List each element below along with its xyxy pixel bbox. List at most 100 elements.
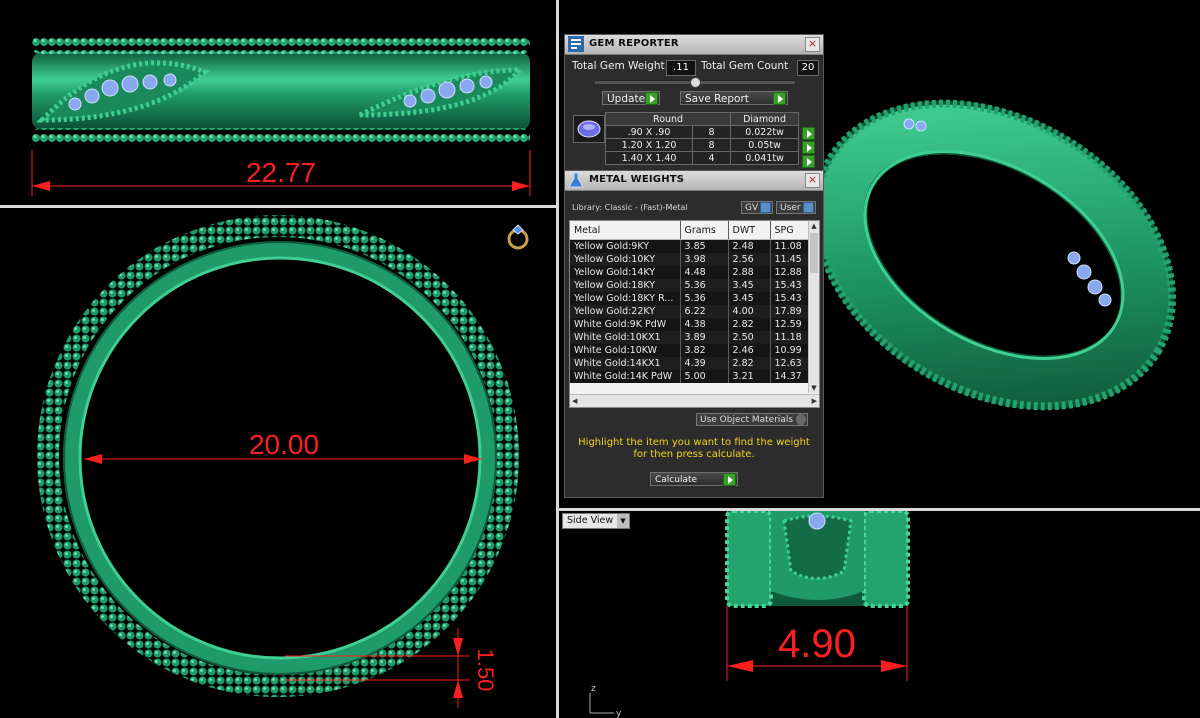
ring-top-render: 20.00 1.50 — [37, 215, 529, 708]
spg: 12.59 — [770, 318, 809, 331]
gem-shape-thumbnail[interactable] — [573, 115, 605, 143]
total-gem-count-field[interactable]: 20 — [797, 60, 819, 76]
instruction-text: Highlight the item you want to find the … — [569, 437, 819, 461]
metal-table: Metal Grams DWT SPG Yellow Gold:9KY 3.85 2… — [570, 221, 809, 383]
slider-handle[interactable] — [690, 77, 701, 88]
weight-slider[interactable] — [595, 77, 795, 88]
grams: 5.36 — [680, 292, 729, 305]
metal-name: Yellow Gold:9KY — [570, 239, 681, 253]
scroll-left-icon[interactable]: ◀ — [572, 395, 577, 407]
dimension-side-label: 4.90 — [778, 622, 856, 666]
play-icon — [645, 92, 658, 105]
info-icon — [803, 202, 814, 213]
view-selector-dropdown[interactable]: Side View ▼ — [562, 513, 630, 529]
viewport-side[interactable]: 4.90 z y Side View ▼ — [559, 511, 1200, 718]
gem-table-row[interactable]: 1.40 X 1.40 4 0.041tw — [605, 151, 799, 165]
dwt: 3.21 — [728, 370, 771, 383]
ring-side-render: 4.90 z y — [589, 511, 910, 718]
dwt: 2.82 — [728, 357, 771, 370]
save-report-button[interactable]: Save Report — [680, 91, 788, 105]
table-row[interactable]: Yellow Gold:18KY R... 5.36 3.45 15.43 — [570, 292, 809, 305]
gem-count: 8 — [691, 138, 732, 152]
gem-row-go-icon[interactable] — [802, 127, 815, 140]
close-icon[interactable]: × — [805, 37, 820, 52]
gem-table-row[interactable]: .90 X .90 8 0.022tw — [605, 125, 799, 139]
table-row[interactable]: White Gold:10KX1 3.89 2.50 11.18 — [570, 331, 809, 344]
total-gem-weight-label: Total Gem Weight — [572, 60, 665, 72]
gem-count: 8 — [691, 125, 732, 139]
dwt: 3.45 — [728, 292, 771, 305]
gem-weight: 0.022tw — [730, 125, 799, 139]
viewport-top-front[interactable]: 22.77 — [0, 0, 556, 205]
metal-table-container[interactable]: Metal Grams DWT SPG Yellow Gold:9KY 3.85 2… — [569, 220, 820, 408]
update-button[interactable]: Update — [602, 91, 660, 105]
grams: 6.22 — [680, 305, 729, 318]
dwt: 2.48 — [728, 239, 771, 253]
table-row[interactable]: White Gold:14K PdW 5.00 3.21 14.37 — [570, 370, 809, 383]
total-gem-count-label: Total Gem Count — [701, 60, 789, 72]
axis-z-label: z — [591, 684, 596, 694]
grams: 5.36 — [680, 279, 729, 292]
close-icon[interactable]: × — [805, 173, 820, 188]
total-gem-weight-field[interactable]: .11 — [666, 60, 696, 76]
table-row[interactable]: Yellow Gold:10KY 3.98 2.56 11.45 — [570, 253, 809, 266]
user-label: User — [780, 203, 801, 213]
spg-col-header[interactable]: SPG — [770, 221, 809, 240]
gem-reporter-titlebar[interactable]: GEM REPORTER × — [565, 35, 823, 55]
calculate-button[interactable]: Calculate — [650, 472, 738, 486]
spg: 15.43 — [770, 292, 809, 305]
dimension-width-label: 22.77 — [246, 157, 316, 188]
table-row[interactable]: Yellow Gold:22KY 6.22 4.00 17.89 — [570, 305, 809, 318]
gv-button[interactable]: GV — [741, 201, 773, 214]
metal-name: Yellow Gold:22KY — [570, 305, 681, 318]
grams: 4.39 — [680, 357, 729, 370]
gem-weight: 0.041tw — [730, 151, 799, 165]
dwt: 3.45 — [728, 279, 771, 292]
grams: 3.89 — [680, 331, 729, 344]
metal-name: Yellow Gold:18KY — [570, 279, 681, 292]
scroll-up-icon[interactable]: ▲ — [809, 221, 819, 231]
dwt-col-header[interactable]: DWT — [728, 221, 771, 240]
use-object-materials-label: Use Object Materials — [700, 415, 794, 425]
dwt: 2.50 — [728, 331, 771, 344]
ring-view-icon[interactable] — [507, 224, 529, 250]
metal-name: White Gold:10KX1 — [570, 331, 681, 344]
grams-col-header[interactable]: Grams — [680, 221, 729, 240]
spg: 15.43 — [770, 279, 809, 292]
table-row[interactable]: Yellow Gold:18KY 5.36 3.45 15.43 — [570, 279, 809, 292]
table-row[interactable]: White Gold:10KW 3.82 2.46 10.99 — [570, 344, 809, 357]
viewport-bottom-top[interactable]: 20.00 1.50 — [0, 208, 556, 718]
metal-name: White Gold:14K PdW — [570, 370, 681, 383]
table-row[interactable]: Yellow Gold:9KY 3.85 2.48 11.08 — [570, 239, 809, 253]
vertical-scrollbar[interactable]: ▲ ▼ — [808, 221, 819, 393]
gv-label: GV — [745, 203, 759, 213]
gem-table-header-stone: Diamond — [730, 112, 799, 126]
user-button[interactable]: User — [776, 201, 816, 214]
spg: 11.08 — [770, 239, 809, 253]
calculate-label: Calculate — [655, 475, 698, 485]
play-icon — [723, 473, 736, 486]
metal-weights-titlebar[interactable]: METAL WEIGHTS × — [565, 171, 823, 191]
view-selector-label: Side View — [567, 515, 614, 526]
grams: 3.82 — [680, 344, 729, 357]
table-row[interactable]: White Gold:9K PdW 4.38 2.82 12.59 — [570, 318, 809, 331]
update-label: Update — [607, 93, 646, 105]
gem-table-row[interactable]: 1.20 X 1.20 8 0.05tw — [605, 138, 799, 152]
table-row[interactable]: White Gold:14KX1 4.39 2.82 12.63 — [570, 357, 809, 370]
horizontal-scrollbar[interactable]: ◀ ▶ — [570, 394, 819, 407]
gem-row-go-icon[interactable] — [802, 155, 815, 168]
dwt: 2.46 — [728, 344, 771, 357]
metal-name: Yellow Gold:18KY R... — [570, 292, 681, 305]
gem-reporter-panel: GEM REPORTER × Total Gem Weight .11 Tota… — [564, 34, 824, 173]
gem-size: .90 X .90 — [605, 125, 693, 139]
scroll-down-icon[interactable]: ▼ — [809, 383, 819, 393]
scroll-thumb[interactable] — [810, 233, 818, 273]
metal-col-header[interactable]: Metal — [570, 221, 681, 240]
gem-row-go-icon[interactable] — [802, 141, 815, 154]
use-object-materials-dropdown[interactable]: Use Object Materials — [696, 413, 808, 426]
dwt: 4.00 — [728, 305, 771, 318]
metal-name: Yellow Gold:14KY — [570, 266, 681, 279]
gem-reporter-icon — [568, 36, 584, 52]
table-row[interactable]: Yellow Gold:14KY 4.48 2.88 12.88 — [570, 266, 809, 279]
scroll-right-icon[interactable]: ▶ — [812, 395, 817, 407]
